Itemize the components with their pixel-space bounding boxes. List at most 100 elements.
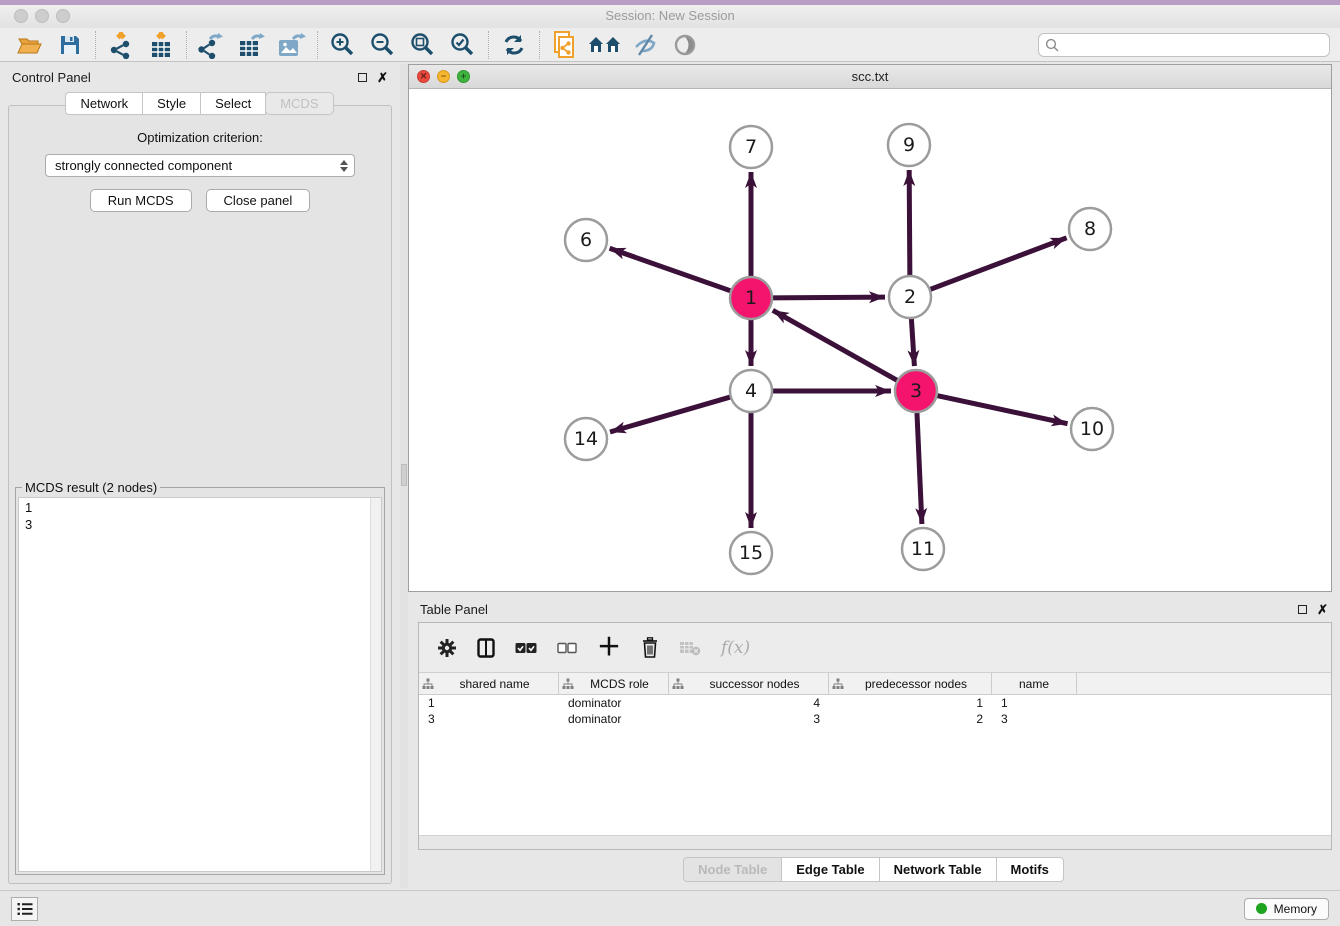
- table-horizontal-scrollbar[interactable]: [419, 835, 1331, 849]
- export-image-icon: [277, 31, 307, 59]
- table-tab-motifs[interactable]: Motifs: [996, 857, 1064, 882]
- toolbar-separator: [488, 31, 489, 59]
- float-panel-icon[interactable]: [358, 73, 367, 82]
- export-network-button[interactable]: [192, 30, 232, 60]
- unselect-all-columns-button[interactable]: [557, 642, 577, 654]
- zoom-out-icon: [370, 32, 396, 58]
- clone-network-button[interactable]: [545, 30, 585, 60]
- table-row[interactable]: 3dominator323: [419, 711, 1331, 727]
- export-image-button[interactable]: [272, 30, 312, 60]
- status-bar: Memory: [0, 890, 1340, 926]
- table-cell[interactable]: 4: [669, 695, 829, 711]
- zoom-in-button[interactable]: [323, 30, 363, 60]
- control-panel-title: Control Panel: [12, 70, 91, 85]
- table-cell[interactable]: dominator: [559, 695, 669, 711]
- first-neighbors-button[interactable]: [585, 30, 625, 60]
- node-label-1: 1: [745, 287, 757, 309]
- mcds-result-fieldset: MCDS result (2 nodes) 1 3: [15, 480, 385, 875]
- close-panel-button[interactable]: Close panel: [206, 189, 311, 212]
- table-header-row: shared nameMCDS rolesuccessor nodesprede…: [419, 673, 1331, 695]
- result-scrollbar[interactable]: [370, 498, 381, 871]
- zoom-out-button[interactable]: [363, 30, 403, 60]
- import-table-button[interactable]: [141, 30, 181, 60]
- optimization-criterion-label: Optimization criterion:: [9, 130, 391, 145]
- main-toolbar: [0, 28, 1340, 62]
- folder-open-icon: [17, 34, 43, 56]
- table-panel: Table Panel ✗: [408, 596, 1340, 890]
- column-label: name: [995, 677, 1073, 691]
- network-view-window: ✕ − + scc.txt 7968124314101511: [408, 64, 1332, 592]
- show-column-panel-button[interactable]: [477, 638, 495, 658]
- network-graph-canvas[interactable]: 7968124314101511: [409, 89, 1331, 591]
- memory-button[interactable]: Memory: [1244, 898, 1329, 920]
- open-session-button[interactable]: [10, 30, 50, 60]
- tab-network[interactable]: Network: [65, 92, 143, 115]
- export-table-icon: [238, 31, 266, 59]
- table-cell[interactable]: 3: [992, 711, 1077, 727]
- mcds-result-box[interactable]: 1 3: [18, 497, 382, 872]
- tab-style[interactable]: Style: [142, 92, 201, 115]
- column-header-name[interactable]: name: [992, 673, 1077, 694]
- tab-mcds[interactable]: MCDS: [265, 92, 333, 115]
- edge-1-6[interactable]: [610, 248, 733, 291]
- close-panel-icon[interactable]: ✗: [377, 71, 388, 84]
- control-panel: Control Panel ✗ NetworkStyleSelectMCDS O…: [0, 64, 400, 888]
- criterion-dropdown-value: strongly connected component: [55, 158, 232, 173]
- edge-2-8[interactable]: [928, 238, 1067, 290]
- table-settings-button[interactable]: [437, 638, 457, 658]
- column-header-predecessor-nodes[interactable]: predecessor nodes: [829, 673, 992, 694]
- columns-icon: [477, 638, 495, 658]
- float-table-panel-icon[interactable]: [1298, 605, 1307, 614]
- network-window-titlebar[interactable]: ✕ − + scc.txt: [409, 65, 1331, 89]
- import-table-icon: [149, 31, 173, 59]
- edge-3-11[interactable]: [917, 410, 922, 524]
- create-column-button[interactable]: ＋: [597, 636, 621, 660]
- save-floppy-icon: [59, 34, 81, 56]
- close-table-panel-icon[interactable]: ✗: [1317, 603, 1328, 616]
- edge-4-14[interactable]: [610, 396, 733, 432]
- sort-hierarchy-icon: [422, 678, 434, 690]
- table-tab-edge-table[interactable]: Edge Table: [781, 857, 879, 882]
- delete-table-icon: [679, 640, 701, 656]
- task-history-button[interactable]: [11, 897, 38, 921]
- unchecked-boxes-icon: [557, 642, 577, 654]
- column-header-shared-name[interactable]: shared name: [419, 673, 559, 694]
- column-header-successor-nodes[interactable]: successor nodes: [669, 673, 829, 694]
- edge-3-1[interactable]: [773, 310, 900, 381]
- table-cell[interactable]: 1: [419, 695, 559, 711]
- table-row[interactable]: 1dominator411: [419, 695, 1331, 711]
- export-table-button[interactable]: [232, 30, 272, 60]
- tab-select[interactable]: Select: [200, 92, 266, 115]
- delete-columns-button[interactable]: [641, 637, 659, 658]
- edge-2-9[interactable]: [909, 170, 910, 278]
- splitter-grip[interactable]: [401, 464, 407, 486]
- table-cell[interactable]: 3: [669, 711, 829, 727]
- zoom-selected-button[interactable]: [443, 30, 483, 60]
- table-tabs: Node TableEdge TableNetwork TableMotifs: [408, 857, 1340, 882]
- edge-2-3[interactable]: [911, 316, 914, 366]
- table-cell[interactable]: 2: [829, 711, 992, 727]
- edge-3-10[interactable]: [935, 395, 1068, 424]
- table-tab-network-table[interactable]: Network Table: [879, 857, 997, 882]
- node-label-3: 3: [910, 380, 922, 402]
- import-network-button[interactable]: [101, 30, 141, 60]
- hide-details-button[interactable]: [625, 30, 665, 60]
- table-toolbar: ＋ f(x): [419, 623, 1331, 673]
- table-cell[interactable]: 3: [419, 711, 559, 727]
- birds-eye-button[interactable]: [665, 30, 705, 60]
- zoom-fit-button[interactable]: [403, 30, 443, 60]
- search-input[interactable]: [1063, 38, 1323, 52]
- houses-icon: [588, 34, 622, 56]
- run-mcds-button[interactable]: Run MCDS: [90, 189, 192, 212]
- table-cell[interactable]: 1: [992, 695, 1077, 711]
- table-cell[interactable]: 1: [829, 695, 992, 711]
- table-tab-node-table[interactable]: Node Table: [683, 857, 782, 882]
- panel-splitter[interactable]: [400, 64, 408, 888]
- save-session-button[interactable]: [50, 30, 90, 60]
- table-cell[interactable]: dominator: [559, 711, 669, 727]
- select-all-columns-button[interactable]: [515, 642, 537, 654]
- column-header-MCDS-role[interactable]: MCDS role: [559, 673, 669, 694]
- refresh-layout-button[interactable]: [494, 30, 534, 60]
- edge-1-2[interactable]: [770, 297, 885, 298]
- criterion-dropdown[interactable]: strongly connected component: [45, 154, 355, 177]
